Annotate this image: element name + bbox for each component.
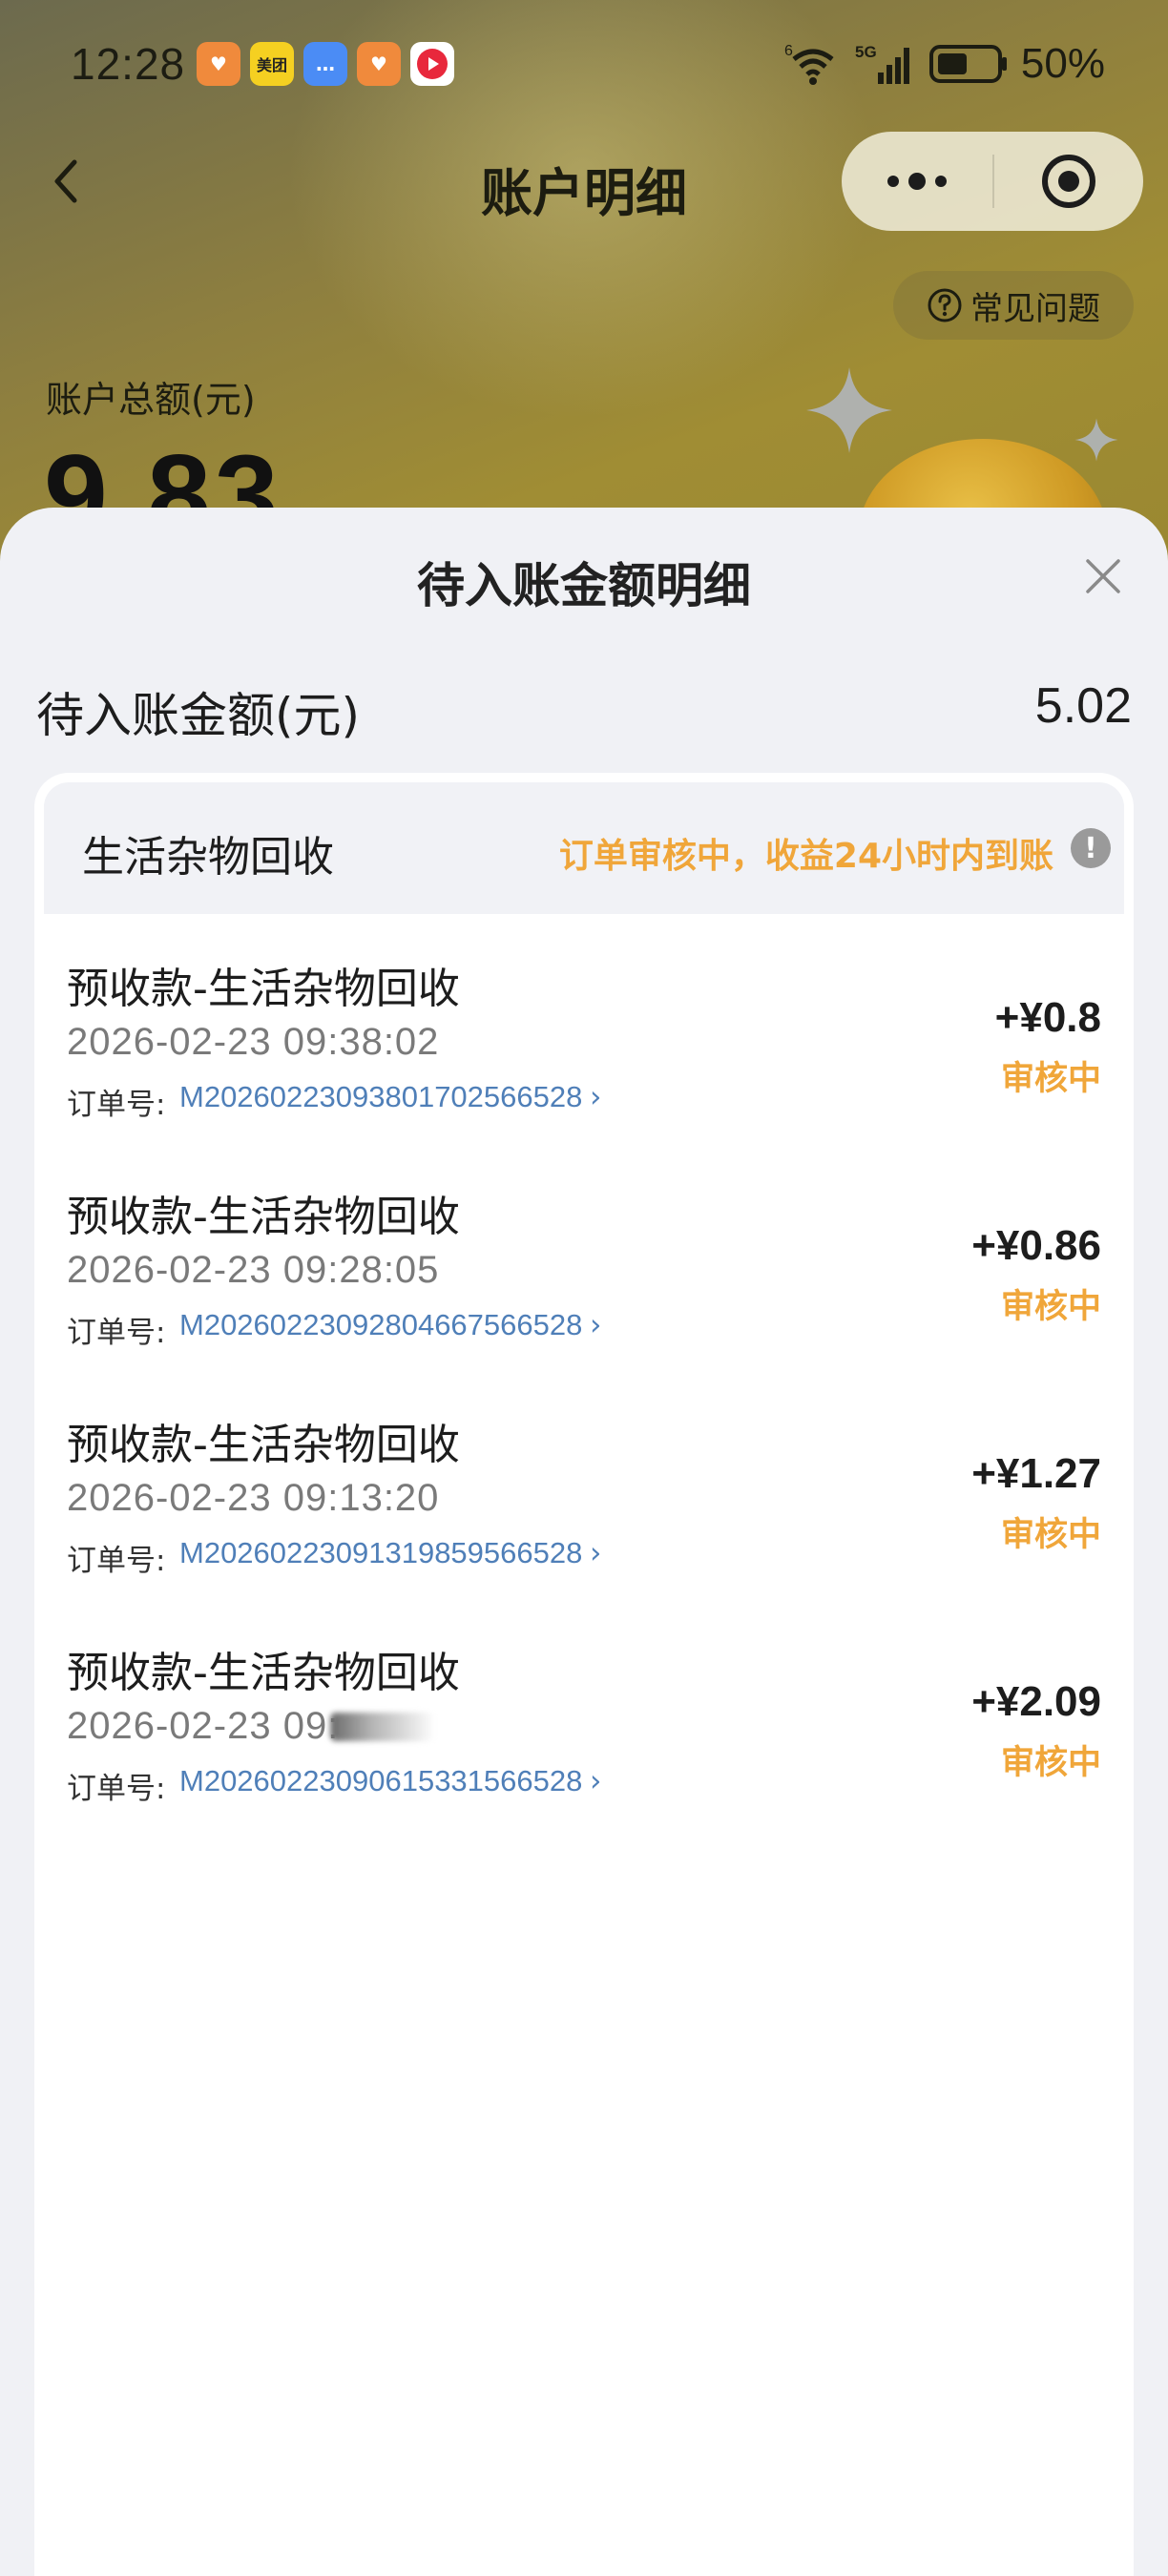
message-app-icon: …	[303, 42, 347, 86]
record-status: 审核中	[1000, 1516, 1101, 1554]
chevron-right-icon[interactable]: ›	[590, 1764, 601, 1798]
redacted-time-blur	[330, 1713, 435, 1741]
order-number-label: 订单号:	[67, 1772, 166, 1806]
health-app-icon: ♥	[197, 42, 240, 86]
record-time: 2026-02-23 09:38:02	[67, 1021, 440, 1063]
chevron-right-icon[interactable]: ›	[590, 1536, 601, 1570]
question-circle-icon	[928, 288, 962, 322]
order-number-link[interactable]: M20260223092804667566528	[179, 1308, 582, 1342]
sparkle-decoration	[1074, 418, 1118, 462]
order-number-label: 订单号:	[67, 1088, 166, 1122]
record-status: 审核中	[1000, 1288, 1101, 1326]
record-amount: +¥2.09	[971, 1678, 1101, 1725]
svg-text:6: 6	[784, 43, 793, 59]
health-app-icon: ♥	[357, 42, 401, 86]
record-title: 预收款-生活杂物回收	[67, 1193, 460, 1241]
meituan-app-icon: 美团	[250, 42, 294, 86]
list-item: 预收款-生活杂物回收 2026-02-23 09:28:05 订单号: M202…	[34, 1153, 1134, 1381]
review-notice: 订单审核中，收益24小时内到账	[558, 837, 1053, 876]
order-number-link[interactable]: M20260223090615331566528	[179, 1764, 582, 1798]
target-circle-icon	[1042, 155, 1095, 208]
more-dots-icon	[887, 173, 947, 190]
record-title: 预收款-生活杂物回收	[67, 1649, 460, 1697]
video-app-icon	[410, 42, 454, 86]
record-status: 审核中	[1000, 1744, 1101, 1782]
list-item: 预收款-生活杂物回收 2026-02-23 09: 订单号: M20260223…	[34, 1610, 1134, 1838]
record-amount: +¥1.27	[971, 1450, 1101, 1497]
group-header: 生活杂物回收 订单审核中，收益24小时内到账 !	[44, 782, 1124, 914]
close-icon[interactable]	[1080, 553, 1126, 599]
records-card: 生活杂物回收 订单审核中，收益24小时内到账 ! 预收款-生活杂物回收 2026…	[34, 773, 1134, 2576]
cellular-signal-icon: 5G	[855, 43, 909, 84]
list-item: 预收款-生活杂物回收 2026-02-23 09:38:02 订单号: M202…	[34, 925, 1134, 1153]
faq-button[interactable]: 常见问题	[893, 271, 1134, 340]
status-right-group: 6 5G 50%	[784, 40, 1105, 88]
chevron-right-icon[interactable]: ›	[590, 1308, 601, 1342]
order-number-label: 订单号:	[67, 1316, 166, 1350]
record-time: 2026-02-23 09:28:05	[67, 1249, 440, 1291]
close-miniprogram-button[interactable]	[994, 132, 1143, 231]
status-bar: 12:28 ♥ 美团 … ♥ 6 5G 50%	[0, 0, 1168, 134]
battery-percentage: 50%	[1020, 40, 1105, 87]
pending-amount-value: 5.02	[1034, 678, 1132, 734]
svg-text:5G: 5G	[855, 43, 877, 61]
list-item: 预收款-生活杂物回收 2026-02-23 09:13:20 订单号: M202…	[34, 1381, 1134, 1610]
info-exclamation-icon[interactable]: !	[1071, 828, 1111, 868]
record-amount: +¥0.86	[971, 1222, 1101, 1269]
order-number-link[interactable]: M20260223091319859566528	[179, 1536, 582, 1570]
group-title: 生活杂物回收	[82, 833, 334, 882]
account-total-label: 账户总额(元)	[46, 379, 256, 421]
sheet-title: 待入账金额明细	[417, 558, 751, 613]
record-amount: +¥0.8	[994, 994, 1101, 1041]
record-time: 2026-02-23 09:13:20	[67, 1477, 440, 1519]
record-time: 2026-02-23 09:	[67, 1705, 340, 1747]
miniprogram-capsule	[842, 132, 1143, 231]
pending-amount-label: 待入账金额(元)	[36, 688, 361, 743]
record-title: 预收款-生活杂物回收	[67, 1421, 460, 1469]
more-options-button[interactable]	[842, 132, 992, 231]
record-status: 审核中	[1000, 1060, 1101, 1098]
order-number-label: 订单号:	[67, 1544, 166, 1578]
pending-amount-sheet: 待入账金额明细 待入账金额(元) 5.02 生活杂物回收 订单审核中，收益24小…	[0, 508, 1168, 2576]
record-title: 预收款-生活杂物回收	[67, 965, 460, 1013]
wifi-icon: 6	[784, 43, 834, 85]
notification-icons: ♥ 美团 … ♥	[197, 42, 454, 86]
battery-icon	[928, 45, 1007, 83]
order-number-link[interactable]: M20260223093801702566528	[179, 1080, 582, 1114]
sparkle-decoration	[806, 367, 892, 453]
status-time: 12:28	[71, 39, 186, 89]
faq-label: 常见问题	[970, 289, 1100, 328]
chevron-right-icon[interactable]: ›	[590, 1080, 601, 1114]
